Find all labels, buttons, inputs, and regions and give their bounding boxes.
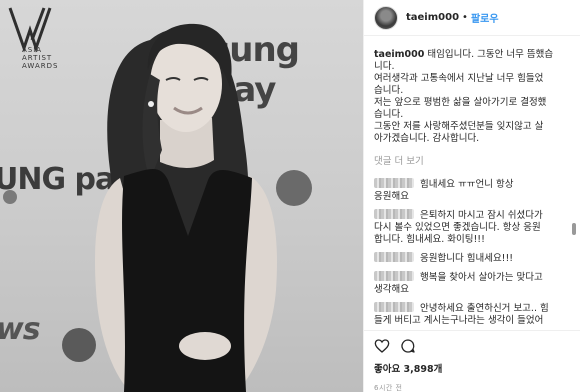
caption-line: 그동안 저를 사랑해주셨던분들 잊지않고 살 [374,121,544,132]
blurred-username[interactable] [374,209,414,219]
caption-line: 여러생각과 고통속에서 지난날 너무 힘들었 [374,73,544,84]
comments-area[interactable]: taeim000 태임입니다. 그동안 너무 뜸했습 니다. 여러생각과 고통속에… [364,36,580,330]
woman-figure [95,23,277,392]
post-actions: 좋아요 3,898개 6시간 전 [364,330,580,392]
caption-line: 저는 앞으로 평범한 삶을 살아가기로 결정했 [374,97,547,108]
comment-text: 응원해요 [374,191,409,202]
comment-text: 힘내세요 ㅠㅠ언니 항상 [420,179,514,190]
heart-icon[interactable] [374,338,390,354]
post-timestamp[interactable]: 6시간 전 [374,383,570,392]
comment-item: 힘내세요 ㅠㅠ언니 항상 응원해요 [374,178,570,203]
load-more-comments[interactable]: 댓글 더 보기 [374,153,424,167]
comment-text: 응원합니다 힘내세요!!! [420,253,514,264]
caption-line: 태임입니다. 그동안 너무 뜸했습 [427,49,554,60]
post-photo[interactable]: ASIA ARTIST AWARDS sung pay UNG pay ws [0,0,363,392]
comment-item: 은퇴하지 마시고 잠시 쉬셨다가 다시 볼수 있었으면 좋겠습니다. 항상 응원… [374,209,570,246]
comment-text: 생각해요 [374,284,409,295]
caption-username[interactable]: taeim000 [374,49,424,60]
scrollbar[interactable] [572,223,576,235]
post-username[interactable]: taeim000 [406,12,459,23]
comment-icon[interactable] [400,338,416,354]
blurred-username[interactable] [374,302,414,312]
separator-dot: • [462,12,468,23]
post-caption: taeim000 태임입니다. 그동안 너무 뜸했습 니다. 여러생각과 고통속에… [374,49,570,145]
post-sidebar: taeim000 • 팔로우 taeim000 태임입니다. 그동안 너무 뜸했습… [363,0,580,392]
caption-line: 아가겠습니다. 감사합니다. [374,133,480,144]
comment-list: 힘내세요 ㅠㅠ언니 항상 응원해요 은퇴하지 마시고 잠시 쉬셨다가 다시 볼수… [374,178,570,327]
avatar[interactable] [374,5,398,30]
caption-line: 니다. [374,61,395,72]
caption-line: 습니다. [374,109,404,120]
caption-line: 습니다. [374,85,404,96]
comment-text: 은퇴하지 마시고 잠시 쉬셨다가 [420,210,543,221]
comment-text: 행복을 찾아서 살아가는 맞다고 [420,272,543,283]
blurred-username[interactable] [374,252,414,262]
comment-item: 안녕하세요 출연하신거 보고.. 힘 들게 버티고 계시는구나라는 생각이 들었… [374,302,570,327]
comment-text: 다시 볼수 있었으면 좋겠습니다. 항상 응원 [374,222,541,233]
comment-text: 합니다. 힘내세요. 화이팅!!! [374,234,485,245]
blurred-username[interactable] [374,271,414,281]
comment-text: 안녕하세요 출연하신거 보고.. 힘 [420,303,549,314]
blurred-username[interactable] [374,178,414,188]
post-header: taeim000 • 팔로우 [364,0,580,36]
comment-text: 들게 버티고 계시는구나라는 생각이 들었어 [374,315,544,326]
like-count[interactable]: 좋아요 3,898개 [374,361,570,375]
comment-item: 응원합니다 힘내세요!!! [374,252,570,265]
follow-button[interactable]: 팔로우 [471,10,499,25]
comment-item: 행복을 찾아서 살아가는 맞다고 생각해요 [374,271,570,296]
